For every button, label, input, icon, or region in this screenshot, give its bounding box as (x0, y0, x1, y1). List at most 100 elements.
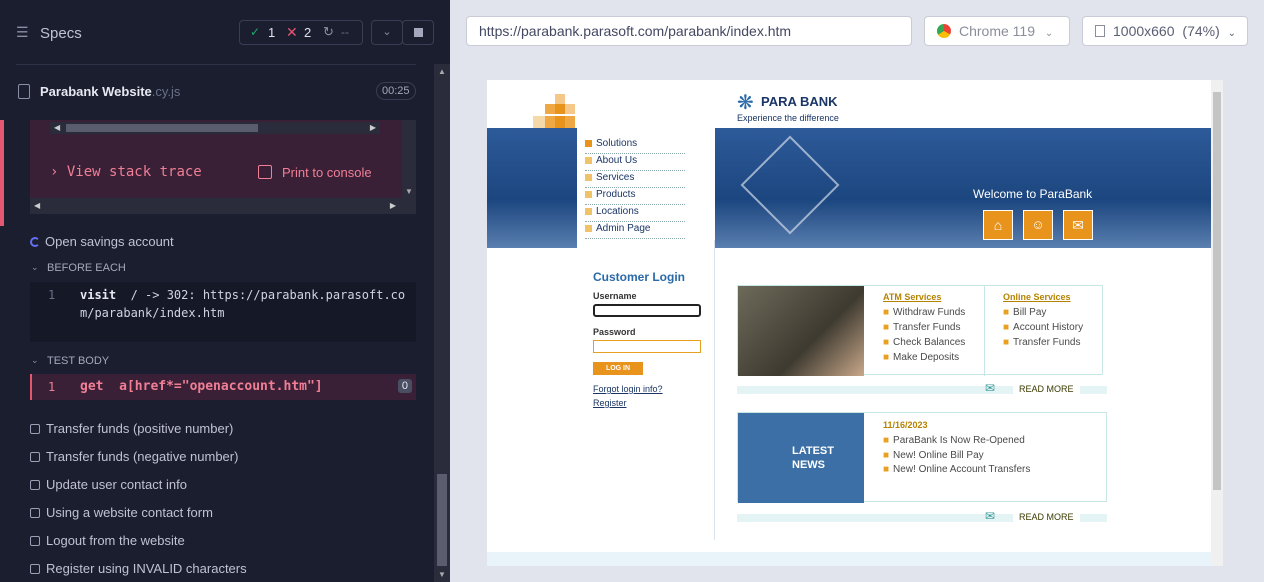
online-item[interactable]: ■ Transfer Funds (1003, 337, 1080, 348)
aut-iframe: ❋ PARA BANK Experience the difference So… (487, 80, 1223, 566)
news-item[interactable]: ■ New! Online Bill Pay (883, 450, 984, 461)
forgot-login-link[interactable]: Forgot login info? (593, 384, 663, 394)
test-title: Using a website contact form (46, 505, 213, 520)
read-more-icon: ✉ (985, 381, 996, 395)
spec-ext: .cy.js (151, 84, 181, 99)
test-item[interactable]: Using a website contact form (30, 505, 213, 520)
chevron-down-icon[interactable]: ⌄ (371, 20, 403, 45)
duration-badge: 00:25 (376, 82, 416, 100)
home-icon[interactable]: ⌂ (983, 210, 1013, 240)
divider (714, 240, 715, 540)
spec-name: Parabank Website (40, 84, 152, 99)
url-bar[interactable]: https://parabank.parasoft.com/parabank/i… (466, 16, 912, 46)
scroll-right-icon[interactable]: ▶ (370, 123, 376, 132)
password-label: Password (593, 327, 636, 337)
nav-services[interactable]: Services (585, 172, 685, 188)
welcome-text: Welcome to ParaBank (973, 187, 1093, 201)
test-title: Update user contact info (46, 477, 187, 492)
atm-item[interactable]: ■ Check Balances (883, 337, 965, 348)
test-title: Logout from the website (46, 533, 185, 548)
login-button[interactable]: LOG IN (593, 362, 643, 375)
read-more-link[interactable]: READ MORE (1013, 384, 1080, 394)
viewport-size: 1000x660 (1113, 23, 1175, 39)
stop-button[interactable] (402, 20, 434, 45)
atm-item[interactable]: ■ Make Deposits (883, 352, 959, 363)
nav-admin-page[interactable]: Admin Page (585, 223, 685, 239)
scrollbar-thumb[interactable] (66, 124, 258, 132)
nav-about-us[interactable]: About Us (585, 155, 685, 171)
contact-icon[interactable]: ✉ (1063, 210, 1093, 240)
news-date: 11/16/2023 (883, 420, 928, 430)
online-item[interactable]: ■ Bill Pay (1003, 307, 1046, 318)
scroll-down-icon[interactable]: ▼ (438, 570, 446, 579)
password-input[interactable] (593, 340, 701, 353)
bullet-icon (585, 139, 592, 147)
scroll-up-icon[interactable]: ▲ (438, 67, 446, 76)
scrollbar-thumb[interactable] (437, 474, 447, 566)
bullet-icon (585, 224, 592, 232)
view-stack-trace-button[interactable]: › View stack trace (50, 164, 202, 180)
scroll-left-icon[interactable]: ◀ (34, 201, 40, 210)
nav-solutions[interactable]: Solutions (585, 138, 685, 154)
scroll-left-icon[interactable]: ◀ (54, 123, 60, 132)
nav-label: Solutions (596, 138, 638, 149)
news-item[interactable]: ■ ParaBank Is Now Re-Opened (883, 435, 1025, 446)
test-item[interactable]: Transfer funds (negative number) (30, 449, 238, 464)
current-test-title[interactable]: Open savings account (45, 234, 174, 249)
pending-icon (30, 536, 40, 546)
print-to-console-button[interactable]: Print to console (282, 165, 372, 180)
scroll-down-icon[interactable]: ▼ (405, 187, 413, 196)
test-item[interactable]: Logout from the website (30, 533, 185, 548)
reporter-scrollbar[interactable]: ▲ ▼ (434, 64, 450, 582)
command-arg: / -> 302: https://parabank.parasoft.com/… (80, 288, 406, 320)
scroll-right-icon[interactable]: ▶ (390, 201, 396, 210)
command-name: visit (80, 288, 117, 302)
divider (16, 64, 416, 65)
file-icon (18, 84, 30, 99)
parabank-logo-icon[interactable]: ❋ (737, 90, 754, 115)
command-number: 1 (48, 380, 56, 394)
command-row[interactable]: 1 visit / -> 302: https://parabank.paras… (30, 282, 416, 342)
iframe-scrollbar[interactable] (1211, 80, 1223, 566)
specs-menu-icon[interactable]: ☰ (16, 24, 29, 41)
nav-products[interactable]: Products (585, 189, 685, 205)
nav-label: About Us (596, 155, 638, 166)
nav-panel: Solutions About Us Services Products Loc… (577, 128, 715, 248)
read-more-link[interactable]: READ MORE (1013, 512, 1080, 522)
test-body-label[interactable]: TEST BODY (47, 355, 109, 367)
username-input[interactable] (593, 304, 701, 317)
horizontal-scrollbar-2[interactable]: ◀ ▶ (30, 198, 416, 214)
divider (984, 286, 985, 376)
chevron-down-icon[interactable]: ⌄ (31, 262, 39, 273)
test-item[interactable]: Register using INVALID characters (30, 561, 247, 576)
horizontal-scrollbar[interactable]: ◀ ▶ (50, 122, 380, 134)
online-services-title[interactable]: Online Services (1003, 292, 1071, 302)
vertical-scrollbar[interactable]: ▼ (402, 120, 416, 198)
atm-item[interactable]: ■ Withdraw Funds (883, 307, 965, 318)
news-item[interactable]: ■ New! Online Account Transfers (883, 464, 1030, 475)
viewport-info[interactable]: 1000x660 (74%) ⌄ (1082, 16, 1248, 46)
nav-locations[interactable]: Locations (585, 206, 685, 222)
brand-name[interactable]: PARA BANK (761, 94, 838, 109)
read-more-icon: ✉ (985, 509, 996, 523)
failed-command-row[interactable]: 1 get a[href*="openaccount.htm"] 0 (30, 374, 416, 400)
element-count-badge: 0 (397, 379, 412, 393)
atm-services-title[interactable]: ATM Services (883, 292, 941, 302)
chevron-down-icon[interactable]: ⌄ (31, 355, 39, 366)
nav-label: Admin Page (596, 223, 651, 234)
atm-item[interactable]: ■ Transfer Funds (883, 322, 960, 333)
online-item[interactable]: ■ Account History (1003, 322, 1083, 333)
before-each-label[interactable]: BEFORE EACH (47, 262, 126, 274)
scrollbar-thumb[interactable] (1213, 92, 1221, 490)
register-link[interactable]: Register (593, 398, 627, 408)
specs-title[interactable]: Specs (40, 25, 82, 42)
browser-selector[interactable]: Chrome 119 ⌄ (924, 16, 1070, 46)
command-arg: a[href*="openaccount.htm"] (119, 379, 323, 394)
command-number: 1 (48, 288, 56, 302)
browser-label: Chrome 119 (959, 23, 1036, 39)
command-name: get (80, 379, 104, 394)
test-item[interactable]: Update user contact info (30, 477, 187, 492)
fail-count: 2 (304, 25, 312, 40)
test-item[interactable]: Transfer funds (positive number) (30, 421, 233, 436)
about-icon[interactable]: ☺ (1023, 210, 1053, 240)
